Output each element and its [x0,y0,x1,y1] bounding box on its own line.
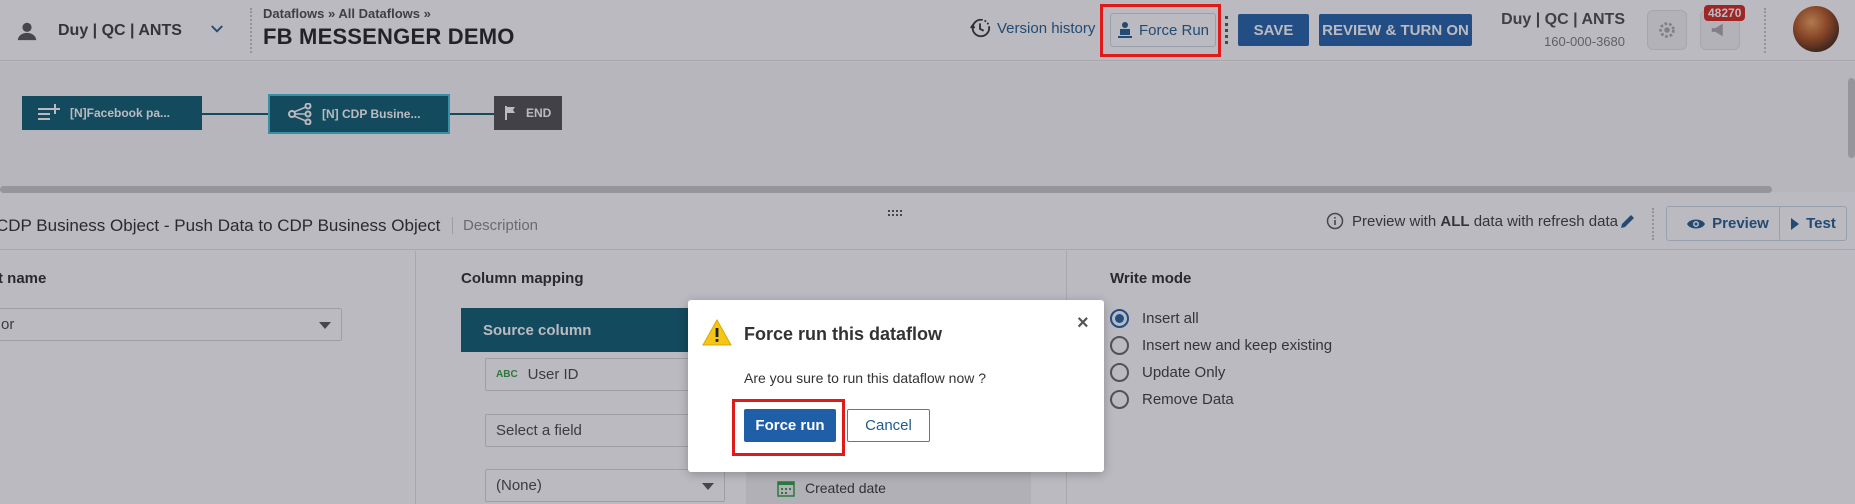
modal-backdrop-header [0,0,1855,61]
cancel-button[interactable]: Cancel [847,409,930,442]
highlight-confirm-button [732,399,845,456]
highlight-force-run [1100,4,1221,57]
dialog-title: Force run this dataflow [744,324,943,344]
warning-icon [702,318,732,351]
dialog-message: Are you sure to run this dataflow now ? [744,370,987,386]
close-icon[interactable]: × [1077,312,1089,335]
